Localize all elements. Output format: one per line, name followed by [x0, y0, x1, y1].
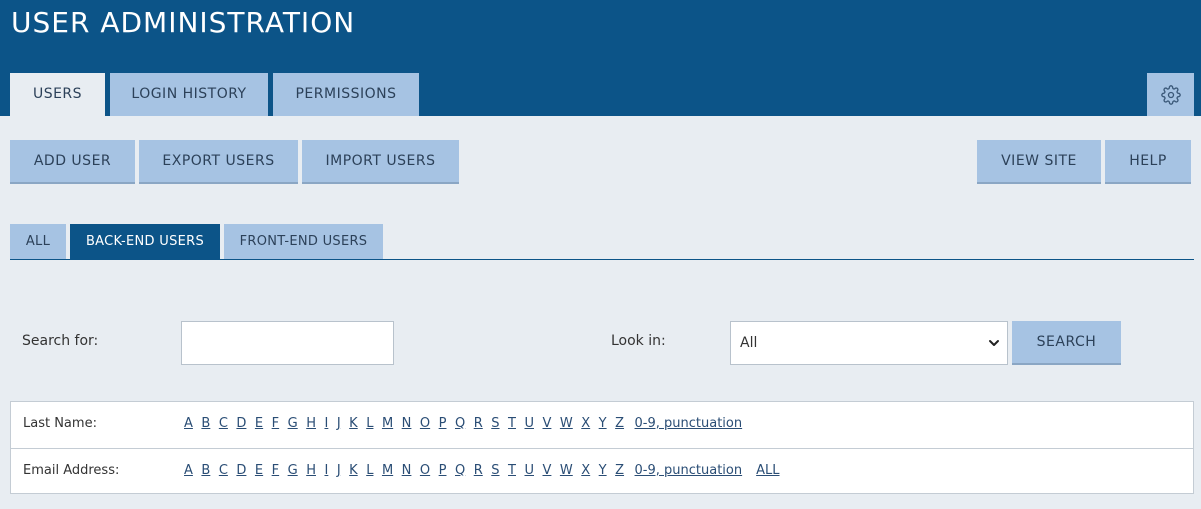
export-users-button[interactable]: EXPORT USERS	[139, 140, 298, 184]
letter-link-c[interactable]: C	[219, 463, 228, 478]
letter-link-k[interactable]: K	[349, 416, 358, 431]
letter-link-m[interactable]: M	[382, 416, 393, 431]
filter-tabs-divider	[10, 259, 1194, 260]
letter-link-s[interactable]: S	[491, 416, 499, 431]
letter-link-p[interactable]: P	[439, 463, 447, 478]
search-input[interactable]	[181, 321, 394, 365]
letter-link-numbers-punctuation[interactable]: 0-9, punctuation	[635, 416, 743, 431]
letter-link-d[interactable]: D	[236, 416, 246, 431]
letter-link-d[interactable]: D	[236, 463, 246, 478]
letter-link-q[interactable]: Q	[455, 463, 465, 478]
page-title: USER ADMINISTRATION	[11, 6, 356, 39]
letter-link-g[interactable]: G	[288, 416, 298, 431]
letter-link-q[interactable]: Q	[455, 416, 465, 431]
add-user-button[interactable]: ADD USER	[10, 140, 135, 184]
filter-tab-all[interactable]: ALL	[10, 224, 66, 260]
tab-permissions[interactable]: PERMISSIONS	[273, 73, 419, 116]
letter-link-w[interactable]: W	[560, 463, 573, 478]
letter-link-b[interactable]: B	[201, 416, 210, 431]
chevron-down-icon	[989, 340, 999, 346]
search-button[interactable]: SEARCH	[1012, 321, 1121, 365]
letter-link-a[interactable]: A	[184, 463, 193, 478]
look-in-selected-value: All	[740, 335, 758, 351]
letter-link-f[interactable]: F	[272, 463, 279, 478]
letter-link-n[interactable]: N	[402, 416, 412, 431]
email-address-row: Email Address: ABCDEFGHIJKLMNOPQRSTUVWXY…	[11, 448, 1193, 494]
email-address-label: Email Address:	[23, 463, 120, 478]
letter-link-w[interactable]: W	[560, 416, 573, 431]
letter-link-k[interactable]: K	[349, 463, 358, 478]
letter-link-z[interactable]: Z	[615, 416, 624, 431]
letter-link-o[interactable]: O	[420, 416, 430, 431]
letter-link-e[interactable]: E	[255, 416, 263, 431]
letter-link-u[interactable]: U	[524, 416, 534, 431]
search-for-label: Search for:	[22, 333, 99, 349]
letter-link-x[interactable]: X	[581, 416, 590, 431]
look-in-label: Look in:	[611, 333, 666, 349]
letter-link-n[interactable]: N	[402, 463, 412, 478]
letter-link-e[interactable]: E	[255, 463, 263, 478]
letter-link-b[interactable]: B	[201, 463, 210, 478]
letter-link-h[interactable]: H	[306, 416, 316, 431]
letter-link-y[interactable]: Y	[599, 416, 607, 431]
letter-link-t[interactable]: T	[508, 463, 516, 478]
import-users-button[interactable]: IMPORT USERS	[302, 140, 459, 184]
gear-icon	[1160, 84, 1181, 105]
letter-link-v[interactable]: V	[543, 463, 552, 478]
letter-link-r[interactable]: R	[474, 463, 483, 478]
letter-link-j[interactable]: J	[337, 463, 341, 478]
letter-link-i[interactable]: I	[324, 463, 328, 478]
letter-link-s[interactable]: S	[491, 463, 499, 478]
app-header: USER ADMINISTRATION USERS LOGIN HISTORY …	[0, 0, 1201, 116]
last-name-label: Last Name:	[23, 416, 97, 431]
letter-link-t[interactable]: T	[508, 416, 516, 431]
letter-link-u[interactable]: U	[524, 463, 534, 478]
letter-link-r[interactable]: R	[474, 416, 483, 431]
letter-link-v[interactable]: V	[543, 416, 552, 431]
letter-link-m[interactable]: M	[382, 463, 393, 478]
letter-link-x[interactable]: X	[581, 463, 590, 478]
letter-link-numbers-punctuation[interactable]: 0-9, punctuation	[635, 463, 743, 478]
tab-users[interactable]: USERS	[10, 73, 105, 116]
letter-link-c[interactable]: C	[219, 416, 228, 431]
letter-link-l[interactable]: L	[366, 416, 373, 431]
alphabet-filter-table: Last Name: A B C D E F G H I J K L M N O P Q R S T U V W X Y Z 0-9…	[10, 401, 1194, 494]
tab-login-history[interactable]: LOGIN HISTORY	[110, 73, 268, 116]
letter-link-j[interactable]: J	[337, 416, 341, 431]
filter-tab-back-end-users[interactable]: BACK-END USERS	[70, 224, 220, 260]
letter-link-a[interactable]: A	[184, 416, 193, 431]
look-in-select[interactable]: All	[730, 321, 1008, 365]
last-name-row: Last Name: A B C D E F G H I J K L M N O P Q R S T U V W X Y Z 0-9…	[11, 402, 1193, 448]
letter-link-y[interactable]: Y	[599, 463, 607, 478]
letter-link-z[interactable]: Z	[615, 463, 624, 478]
letter-link-all[interactable]: ALL	[756, 463, 779, 478]
letter-link-o[interactable]: O	[420, 463, 430, 478]
letter-link-h[interactable]: H	[306, 463, 316, 478]
filter-tab-front-end-users[interactable]: FRONT-END USERS	[224, 224, 383, 260]
view-site-button[interactable]: VIEW SITE	[977, 140, 1101, 184]
settings-button[interactable]	[1147, 73, 1194, 116]
letter-link-f[interactable]: F	[272, 416, 279, 431]
help-button[interactable]: HELP	[1105, 140, 1191, 184]
letter-link-g[interactable]: G	[288, 463, 298, 478]
last-name-letter-links: A B C D E F G H I J K L M N O P Q R S T U V W X Y Z 0-9, punctuati…	[184, 416, 754, 431]
letter-link-l[interactable]: L	[366, 463, 373, 478]
email-address-letter-links: A B C D E F G H I J K L M N O P Q R S T U V W X Y Z 0-9, punctuati…	[184, 463, 792, 478]
letter-link-i[interactable]: I	[324, 416, 328, 431]
letter-link-p[interactable]: P	[439, 416, 447, 431]
